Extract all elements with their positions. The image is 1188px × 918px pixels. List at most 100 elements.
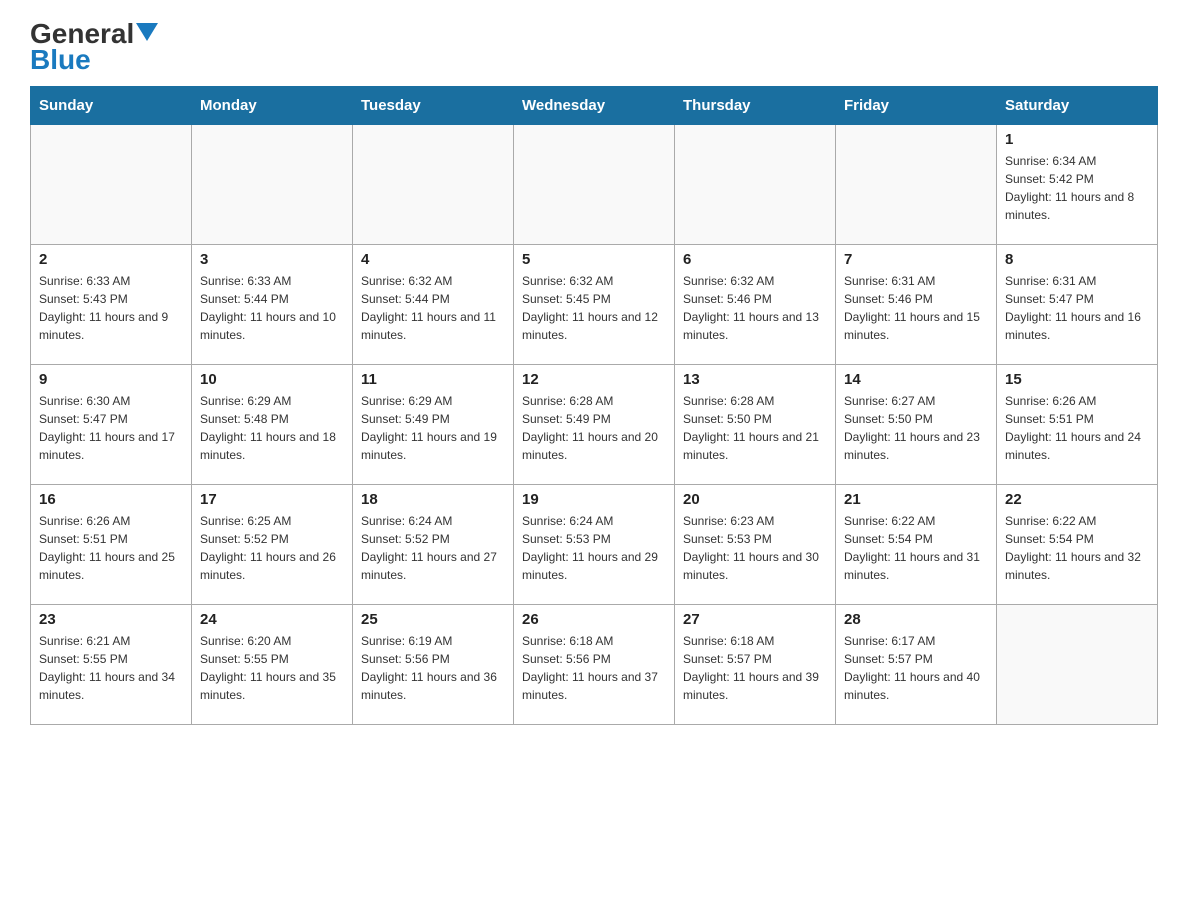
day-number: 21 bbox=[844, 491, 988, 508]
day-number: 27 bbox=[683, 611, 827, 628]
day-cell: 20 Sunrise: 6:23 AMSunset: 5:53 PMDayligh… bbox=[675, 485, 836, 605]
calendar-header-row: SundayMondayTuesdayWednesdayThursdayFrid… bbox=[31, 87, 1158, 125]
day-info: Sunrise: 6:28 AMSunset: 5:49 PMDaylight:… bbox=[522, 392, 666, 464]
day-info: Sunrise: 6:17 AMSunset: 5:57 PMDaylight:… bbox=[844, 632, 988, 704]
day-cell: 6 Sunrise: 6:32 AMSunset: 5:46 PMDaylight… bbox=[675, 245, 836, 365]
column-header-tuesday: Tuesday bbox=[353, 87, 514, 125]
day-cell: 16Sunrise: 6:26 AMSunset: 5:51 PMDayligh… bbox=[31, 485, 192, 605]
day-cell: 12 Sunrise: 6:28 AMSunset: 5:49 PMDayligh… bbox=[514, 365, 675, 485]
day-number: 4 bbox=[361, 251, 505, 268]
day-cell: 19 Sunrise: 6:24 AMSunset: 5:53 PMDayligh… bbox=[514, 485, 675, 605]
day-info: Sunrise: 6:21 AMSunset: 5:55 PMDaylight:… bbox=[39, 632, 183, 704]
day-info: Sunrise: 6:20 AMSunset: 5:55 PMDaylight:… bbox=[200, 632, 344, 704]
day-number: 14 bbox=[844, 371, 988, 388]
day-cell bbox=[675, 125, 836, 245]
day-cell: 10 Sunrise: 6:29 AMSunset: 5:48 PMDayligh… bbox=[192, 365, 353, 485]
day-info: Sunrise: 6:22 AMSunset: 5:54 PMDaylight:… bbox=[1005, 512, 1149, 584]
logo-triangle-icon bbox=[136, 23, 158, 41]
column-header-monday: Monday bbox=[192, 87, 353, 125]
day-cell: 5 Sunrise: 6:32 AMSunset: 5:45 PMDaylight… bbox=[514, 245, 675, 365]
day-number: 24 bbox=[200, 611, 344, 628]
week-row-4: 16Sunrise: 6:26 AMSunset: 5:51 PMDayligh… bbox=[31, 485, 1158, 605]
day-info: Sunrise: 6:26 AMSunset: 5:51 PMDaylight:… bbox=[39, 512, 183, 584]
week-row-2: 2 Sunrise: 6:33 AMSunset: 5:43 PMDaylight… bbox=[31, 245, 1158, 365]
day-cell: 4 Sunrise: 6:32 AMSunset: 5:44 PMDaylight… bbox=[353, 245, 514, 365]
day-number: 11 bbox=[361, 371, 505, 388]
day-cell: 2 Sunrise: 6:33 AMSunset: 5:43 PMDaylight… bbox=[31, 245, 192, 365]
calendar-table: SundayMondayTuesdayWednesdayThursdayFrid… bbox=[30, 86, 1158, 725]
day-info: Sunrise: 6:24 AMSunset: 5:53 PMDaylight:… bbox=[522, 512, 666, 584]
day-info: Sunrise: 6:22 AMSunset: 5:54 PMDaylight:… bbox=[844, 512, 988, 584]
day-cell: 22 Sunrise: 6:22 AMSunset: 5:54 PMDayligh… bbox=[997, 485, 1158, 605]
day-cell: 23 Sunrise: 6:21 AMSunset: 5:55 PMDayligh… bbox=[31, 605, 192, 725]
day-number: 3 bbox=[200, 251, 344, 268]
day-info: Sunrise: 6:33 AMSunset: 5:43 PMDaylight:… bbox=[39, 272, 183, 344]
day-number: 26 bbox=[522, 611, 666, 628]
day-cell: 15 Sunrise: 6:26 AMSunset: 5:51 PMDayligh… bbox=[997, 365, 1158, 485]
day-number: 25 bbox=[361, 611, 505, 628]
week-row-1: 1 Sunrise: 6:34 AMSunset: 5:42 PMDaylight… bbox=[31, 125, 1158, 245]
day-number: 15 bbox=[1005, 371, 1149, 388]
page-header: General Blue bbox=[30, 20, 1158, 76]
day-info: Sunrise: 6:31 AMSunset: 5:46 PMDaylight:… bbox=[844, 272, 988, 344]
logo-sub-text: Blue bbox=[30, 44, 91, 76]
day-number: 19 bbox=[522, 491, 666, 508]
day-cell: 27 Sunrise: 6:18 AMSunset: 5:57 PMDayligh… bbox=[675, 605, 836, 725]
day-number: 12 bbox=[522, 371, 666, 388]
day-cell bbox=[192, 125, 353, 245]
day-info: Sunrise: 6:30 AMSunset: 5:47 PMDaylight:… bbox=[39, 392, 183, 464]
day-number: 7 bbox=[844, 251, 988, 268]
day-info: Sunrise: 6:23 AMSunset: 5:53 PMDaylight:… bbox=[683, 512, 827, 584]
day-number: 22 bbox=[1005, 491, 1149, 508]
day-number: 6 bbox=[683, 251, 827, 268]
day-cell: 26 Sunrise: 6:18 AMSunset: 5:56 PMDayligh… bbox=[514, 605, 675, 725]
day-info: Sunrise: 6:32 AMSunset: 5:45 PMDaylight:… bbox=[522, 272, 666, 344]
day-info: Sunrise: 6:18 AMSunset: 5:57 PMDaylight:… bbox=[683, 632, 827, 704]
day-number: 5 bbox=[522, 251, 666, 268]
day-cell bbox=[353, 125, 514, 245]
column-header-sunday: Sunday bbox=[31, 87, 192, 125]
day-number: 2 bbox=[39, 251, 183, 268]
day-cell: 21 Sunrise: 6:22 AMSunset: 5:54 PMDayligh… bbox=[836, 485, 997, 605]
day-cell: 17Sunrise: 6:25 AMSunset: 5:52 PMDayligh… bbox=[192, 485, 353, 605]
day-info: Sunrise: 6:34 AMSunset: 5:42 PMDaylight:… bbox=[1005, 152, 1149, 224]
day-cell: 14 Sunrise: 6:27 AMSunset: 5:50 PMDayligh… bbox=[836, 365, 997, 485]
day-cell: 24 Sunrise: 6:20 AMSunset: 5:55 PMDayligh… bbox=[192, 605, 353, 725]
day-info: Sunrise: 6:24 AMSunset: 5:52 PMDaylight:… bbox=[361, 512, 505, 584]
day-cell: 9Sunrise: 6:30 AMSunset: 5:47 PMDaylight… bbox=[31, 365, 192, 485]
day-info: Sunrise: 6:33 AMSunset: 5:44 PMDaylight:… bbox=[200, 272, 344, 344]
day-cell: 1 Sunrise: 6:34 AMSunset: 5:42 PMDaylight… bbox=[997, 125, 1158, 245]
day-cell: 7 Sunrise: 6:31 AMSunset: 5:46 PMDaylight… bbox=[836, 245, 997, 365]
day-number: 18 bbox=[361, 491, 505, 508]
day-cell: 28Sunrise: 6:17 AMSunset: 5:57 PMDayligh… bbox=[836, 605, 997, 725]
week-row-5: 23 Sunrise: 6:21 AMSunset: 5:55 PMDayligh… bbox=[31, 605, 1158, 725]
day-info: Sunrise: 6:29 AMSunset: 5:48 PMDaylight:… bbox=[200, 392, 344, 464]
day-number: 1 bbox=[1005, 131, 1149, 148]
day-cell: 8Sunrise: 6:31 AMSunset: 5:47 PMDaylight… bbox=[997, 245, 1158, 365]
day-info: Sunrise: 6:31 AMSunset: 5:47 PMDaylight:… bbox=[1005, 272, 1149, 344]
day-cell: 18 Sunrise: 6:24 AMSunset: 5:52 PMDayligh… bbox=[353, 485, 514, 605]
day-info: Sunrise: 6:26 AMSunset: 5:51 PMDaylight:… bbox=[1005, 392, 1149, 464]
day-cell bbox=[31, 125, 192, 245]
column-header-wednesday: Wednesday bbox=[514, 87, 675, 125]
day-number: 13 bbox=[683, 371, 827, 388]
day-cell bbox=[836, 125, 997, 245]
column-header-thursday: Thursday bbox=[675, 87, 836, 125]
day-cell: 25 Sunrise: 6:19 AMSunset: 5:56 PMDayligh… bbox=[353, 605, 514, 725]
day-number: 10 bbox=[200, 371, 344, 388]
day-info: Sunrise: 6:19 AMSunset: 5:56 PMDaylight:… bbox=[361, 632, 505, 704]
day-number: 17 bbox=[200, 491, 344, 508]
day-info: Sunrise: 6:32 AMSunset: 5:46 PMDaylight:… bbox=[683, 272, 827, 344]
day-info: Sunrise: 6:18 AMSunset: 5:56 PMDaylight:… bbox=[522, 632, 666, 704]
column-header-friday: Friday bbox=[836, 87, 997, 125]
day-number: 23 bbox=[39, 611, 183, 628]
week-row-3: 9Sunrise: 6:30 AMSunset: 5:47 PMDaylight… bbox=[31, 365, 1158, 485]
column-header-saturday: Saturday bbox=[997, 87, 1158, 125]
day-info: Sunrise: 6:27 AMSunset: 5:50 PMDaylight:… bbox=[844, 392, 988, 464]
logo: General Blue bbox=[30, 20, 158, 76]
day-cell bbox=[514, 125, 675, 245]
day-info: Sunrise: 6:32 AMSunset: 5:44 PMDaylight:… bbox=[361, 272, 505, 344]
day-info: Sunrise: 6:29 AMSunset: 5:49 PMDaylight:… bbox=[361, 392, 505, 464]
day-number: 20 bbox=[683, 491, 827, 508]
day-cell bbox=[997, 605, 1158, 725]
